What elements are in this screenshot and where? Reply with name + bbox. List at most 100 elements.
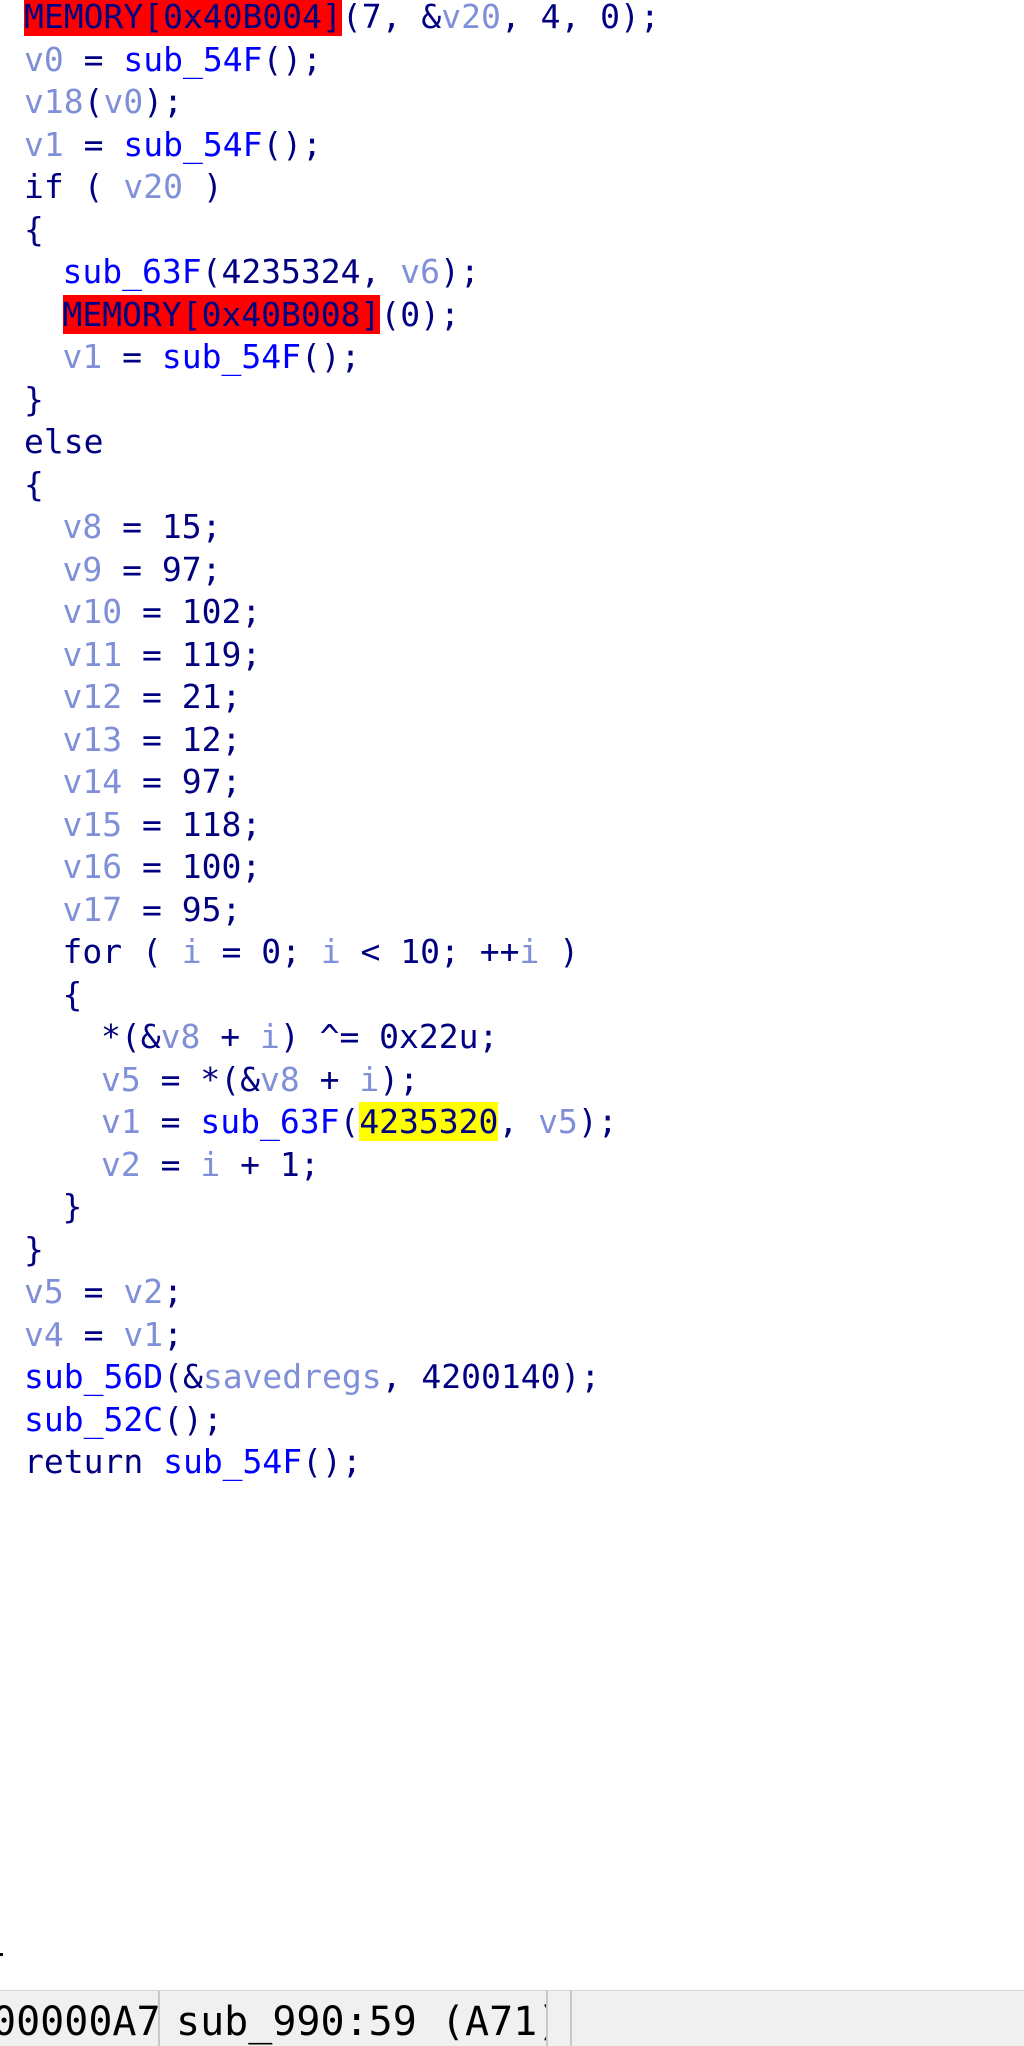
code-line[interactable]: v9 = 97;: [63, 549, 222, 592]
code-line[interactable]: v12 = 21;: [63, 676, 242, 719]
code-token-txt: ();: [163, 1399, 223, 1439]
code-token-var: v1: [62, 337, 103, 376]
code-token-var: v1: [123, 1314, 164, 1354]
code-line[interactable]: v5 = *(&v8 + i);: [101, 1059, 419, 1102]
code-token-var: v13: [62, 719, 123, 759]
code-line[interactable]: v4 = v1;: [24, 1314, 183, 1357]
code-token-txt: (: [83, 82, 104, 121]
code-token-txt: = 100;: [122, 847, 262, 886]
code-line[interactable]: v1 = sub_54F();: [24, 124, 322, 167]
code-token-txt: );: [143, 82, 183, 121]
code-line[interactable]: return sub_54F();: [24, 1441, 362, 1484]
code-token-var: v0: [24, 39, 64, 79]
code-line[interactable]: v13 = 12;: [63, 719, 242, 762]
code-line[interactable]: v14 = 97;: [63, 761, 242, 804]
code-line[interactable]: sub_63F(4235324, v6);: [63, 251, 480, 294]
code-line[interactable]: v11 = 119;: [63, 634, 262, 677]
code-line[interactable]: v17 = 95;: [63, 889, 242, 932]
code-token-var: v5: [101, 1059, 141, 1099]
code-token-txt: = 21;: [122, 677, 242, 716]
code-token-txt: ();: [262, 39, 323, 79]
code-token-op: =: [102, 337, 162, 376]
code-token-txt: = 97;: [122, 762, 242, 801]
code-token-var: v2: [123, 1272, 164, 1311]
code-token-hl-yellow: 4235320: [359, 1102, 499, 1141]
code-line[interactable]: *(&v8 + i) ^= 0x22u;: [101, 1016, 498, 1059]
code-line[interactable]: {: [24, 464, 44, 507]
code-line[interactable]: v8 = 15;: [63, 506, 222, 549]
code-token-txt: );: [440, 252, 480, 291]
code-token-kw: if (: [24, 167, 124, 206]
code-token-hl-red: MEMORY[0x40B004]: [24, 0, 342, 36]
code-line[interactable]: {: [24, 209, 44, 252]
code-line[interactable]: v16 = 100;: [63, 846, 262, 889]
code-token-op: =: [63, 1314, 124, 1354]
code-token-txt: ) ^= 0x22u;: [279, 1017, 499, 1056]
code-line[interactable]: v2 = i + 1;: [101, 1144, 320, 1187]
code-token-fn: sub_54F: [161, 337, 301, 376]
code-token-var: i: [259, 1017, 280, 1056]
code-token-var: v4: [24, 1314, 64, 1354]
code-line[interactable]: v18(v0);: [24, 81, 183, 124]
code-token-txt: (&: [163, 1357, 203, 1396]
code-token-txt: *(&: [101, 1017, 161, 1056]
code-line[interactable]: if ( v20 ): [24, 166, 223, 209]
code-line[interactable]: v1 = sub_54F();: [63, 336, 361, 379]
code-token-txt: ();: [262, 124, 323, 164]
code-token-txt: = 97;: [102, 549, 222, 589]
code-token-op: =: [63, 39, 124, 79]
code-token-op: =: [140, 1144, 201, 1184]
code-token-txt: +: [200, 1017, 260, 1056]
code-token-var: v1: [24, 124, 64, 164]
code-token-op: =: [140, 1102, 201, 1141]
code-line[interactable]: v10 = 102;: [63, 591, 262, 634]
code-line[interactable]: }: [24, 379, 44, 422]
code-line[interactable]: for ( i = 0; i < 10; ++i ): [63, 931, 580, 974]
code-line[interactable]: sub_56D(&savedregs, 4200140);: [24, 1356, 600, 1399]
code-token-var: v17: [62, 889, 123, 929]
code-line[interactable]: else: [24, 421, 103, 464]
code-token-var: i: [320, 932, 341, 971]
code-token-txt: + 1;: [220, 1144, 320, 1184]
code-line[interactable]: sub_52C();: [24, 1399, 223, 1442]
code-token-txt: ();: [302, 1442, 362, 1481]
code-token-var: v11: [62, 634, 123, 674]
code-token-txt: = 118;: [122, 804, 262, 844]
code-line[interactable]: MEMORY[0x40B008](0);: [62, 294, 460, 337]
pseudocode-view[interactable]: MEMORY[0x40B004](7, &v20, 4, 0); v0 = sub…: [0, 0, 1024, 1990]
code-token-var: v5: [538, 1102, 578, 1141]
code-token-txt: {: [24, 209, 44, 249]
code-line[interactable]: v0 = sub_54F();: [24, 39, 322, 82]
code-token-txt: }: [24, 379, 44, 419]
code-token-txt: = *(&: [140, 1059, 260, 1099]
code-token-var: v8: [160, 1017, 201, 1056]
code-token-fn: sub_56D: [24, 1357, 164, 1396]
code-token-var: savedregs: [202, 1357, 382, 1396]
code-token-txt: );: [577, 1102, 618, 1141]
code-token-txt: , 4, 0);: [500, 0, 660, 36]
code-token-var: v9: [62, 549, 103, 589]
code-line[interactable]: }: [63, 1186, 83, 1229]
code-token-txt: = 12;: [122, 719, 242, 759]
code-token-txt: (0);: [380, 294, 460, 334]
code-token-var: v2: [101, 1144, 141, 1184]
code-token-var: v8: [259, 1059, 300, 1099]
code-line[interactable]: v1 = sub_63F(4235320, v5);: [101, 1101, 618, 1144]
code-line[interactable]: MEMORY[0x40B004](7, &v20, 4, 0);: [24, 0, 660, 39]
code-token-txt: (: [339, 1102, 360, 1141]
code-token-txt: {: [62, 974, 83, 1014]
code-token-var: v15: [62, 804, 123, 844]
code-token-txt: = 119;: [122, 634, 262, 674]
code-line[interactable]: v15 = 118;: [63, 804, 262, 847]
code-line[interactable]: {: [63, 974, 83, 1017]
code-line[interactable]: v5 = v2;: [24, 1271, 183, 1314]
code-token-var: i: [359, 1059, 380, 1099]
status-location: sub_990:59 (A71): [162, 1991, 548, 2046]
code-token-var: i: [200, 1144, 221, 1184]
code-token-var: i: [519, 932, 540, 971]
code-token-var: v10: [62, 592, 123, 631]
code-token-var: v16: [62, 847, 123, 886]
status-empty-segment: [548, 1991, 572, 2046]
code-line[interactable]: }: [24, 1229, 44, 1272]
code-token-var: v8: [62, 507, 103, 546]
